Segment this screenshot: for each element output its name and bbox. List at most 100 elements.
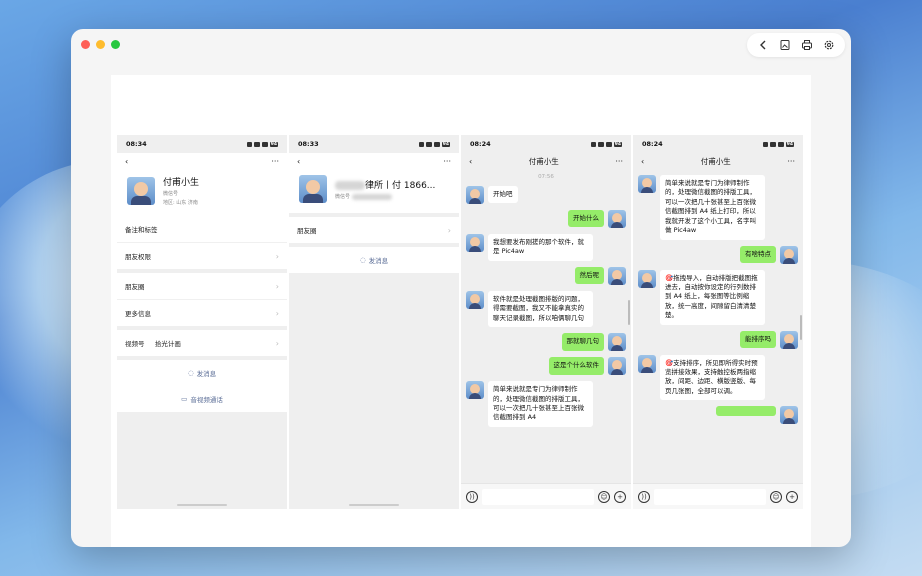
avatar[interactable] (466, 290, 484, 309)
send-message-button[interactable]: ◌ 发消息 (289, 247, 459, 273)
video-call-label: 音视频通话 (190, 396, 223, 404)
avatar[interactable] (780, 406, 798, 425)
avatar[interactable] (608, 333, 626, 352)
contact-name: 付甫小生 (163, 178, 200, 188)
more-icon[interactable]: ··· (787, 157, 795, 166)
scrollbar[interactable] (628, 300, 630, 325)
chevron-right-icon: › (275, 281, 279, 291)
send-message-button[interactable]: ◌ 发消息 (117, 360, 287, 386)
avatar[interactable] (608, 357, 626, 376)
chat-body: 简单来说就是专门为律师制作的，处理微信截图的排版工具，可以一次把几十张甚至上百张… (633, 169, 803, 483)
wechat-id-label: 微信号 (163, 191, 179, 197)
avatar[interactable] (466, 234, 484, 252)
row-moments[interactable]: 朋友圈 › (117, 273, 287, 299)
video-call-button[interactable]: ▭ 音视频通话 (117, 386, 287, 412)
image-icon[interactable] (777, 37, 793, 53)
message-bubble[interactable]: 能排序吗 (740, 330, 776, 349)
emoji-icon[interactable]: ☺ (770, 490, 782, 503)
avatar[interactable] (638, 269, 656, 288)
row-friend-permission[interactable]: 朋友权限 › (117, 243, 287, 269)
chat-timestamp: 07:56 (538, 174, 554, 180)
row-moments[interactable]: 朋友圈 › (289, 217, 459, 243)
region-label: 地区: 山东 济南 (163, 200, 198, 206)
close-window-button[interactable] (81, 40, 90, 49)
avatar[interactable] (608, 210, 626, 228)
message-bubble[interactable]: 有啥特点 (740, 245, 776, 263)
message-bubble[interactable]: 软件就是处理截图排版的问题，得需要截图，我又不能拿真实的聊天记录截图，所以咱俩聊… (488, 290, 593, 328)
screenshot-profile-2: 08:33 94 ‹ ··· 律所丨付 1866... 微信号 朋友圈 › ◌ 发消… (289, 135, 459, 509)
more-icon[interactable]: ··· (271, 157, 279, 166)
navbar: ‹ ··· (289, 153, 459, 169)
message-bubble[interactable]: 开始吧 (488, 186, 518, 204)
settings-icon[interactable] (821, 37, 837, 53)
message-bubble[interactable]: 简单来说就是专门为律师制作的，处理微信截图的排版工具，可以一次把几十张甚至上百张… (488, 381, 593, 427)
chat-message: 软件就是处理截图排版的问题，得需要截图，我又不能拿真实的聊天记录截图，所以咱俩聊… (466, 290, 626, 328)
chat-message: 然后呢 (466, 266, 626, 285)
contact-name-visible: 律所丨付 (365, 181, 402, 191)
message-bubble[interactable]: 简单来说就是专门为律师制作的，处理微信截图的排版工具，可以一次把几十张甚至上百张… (660, 175, 765, 240)
status-time: 08:24 (470, 140, 491, 148)
message-bubble[interactable] (716, 406, 776, 417)
voice-icon[interactable]: )) (638, 490, 650, 503)
profile-header: 付甫小生 微信号 地区: 山东 济南 (117, 169, 287, 216)
video-camera-icon: ▭ (181, 395, 188, 403)
status-bar: 08:24 94 (461, 135, 631, 153)
send-message-label: 发消息 (196, 370, 217, 378)
plus-icon[interactable]: + (786, 490, 798, 503)
back-icon[interactable]: ‹ (641, 157, 644, 166)
message-bubble[interactable]: 🎯支持排序，所见即所得实时预览拼接效果，支持触控板两指缩放，间距、边距、横版竖版… (660, 354, 765, 401)
app-window: 08:34 94 ‹ ··· 付甫小生 微信号 地区: 山东 济南 备注和标签 … (71, 29, 851, 547)
battery-level: 94 (785, 141, 794, 147)
plus-icon[interactable]: + (614, 490, 626, 503)
minimize-window-button[interactable] (96, 40, 105, 49)
row-channel[interactable]: 视频号 拾光计画 › (117, 330, 287, 356)
wechat-id-label: 微信号 (335, 193, 435, 200)
chevron-right-icon: › (447, 225, 451, 235)
back-icon[interactable]: ‹ (469, 157, 472, 166)
battery-level: 94 (441, 141, 450, 147)
voice-icon[interactable]: )) (466, 490, 478, 503)
back-icon[interactable]: ‹ (125, 157, 128, 166)
chat-message: 这是个什么软件 (466, 357, 626, 376)
battery-level: 94 (269, 141, 278, 147)
emoji-icon[interactable]: ☺ (598, 490, 610, 503)
screenshot-chat-2: 08:24 94 ‹ 付甫小生 ··· 简单来说就是专门为律师制作的，处理微信截… (633, 135, 803, 509)
scrollbar[interactable] (800, 315, 802, 340)
chevron-right-icon: › (275, 308, 279, 318)
print-icon[interactable] (799, 37, 815, 53)
message-bubble[interactable]: 🎯拖拽导入，自动排版把截图拖进去，自动按你设定的行列数排到 A4 纸上，每张图等… (660, 269, 765, 325)
message-bubble[interactable]: 然后呢 (574, 266, 604, 285)
back-icon[interactable]: ‹ (297, 157, 300, 166)
message-bubble[interactable]: 这是个什么软件 (548, 357, 604, 375)
avatar[interactable] (780, 330, 798, 349)
message-input[interactable] (654, 488, 766, 505)
wechat-id-text: 微信号 (335, 194, 351, 200)
more-icon[interactable]: ··· (615, 157, 623, 166)
chevron-right-icon: › (275, 338, 279, 348)
avatar[interactable] (466, 381, 484, 400)
avatar[interactable] (780, 245, 798, 264)
navbar: ‹ ··· (117, 153, 287, 169)
chevron-right-icon: › (275, 251, 279, 261)
row-more-info[interactable]: 更多信息 › (117, 300, 287, 326)
message-bubble[interactable]: 开始什么 (568, 210, 604, 228)
chat-bubble-icon: ◌ (359, 256, 366, 264)
screenshot-chat-1: 08:24 94 ‹ 付甫小生 ··· 07:56 开始吧 开始什么 我想要发布刚搓… (461, 135, 631, 509)
avatar[interactable] (466, 186, 484, 204)
back-icon[interactable] (755, 37, 771, 53)
row-remark-tags[interactable]: 备注和标签 (117, 216, 287, 242)
avatar[interactable] (608, 266, 626, 285)
traffic-lights (81, 40, 120, 49)
status-bar: 08:34 94 (117, 135, 287, 153)
message-bubble[interactable]: 那就聊几句 (561, 333, 604, 351)
zoom-window-button[interactable] (111, 40, 120, 49)
status-time: 08:34 (126, 140, 147, 148)
chat-input-bar: )) ☺ + (633, 483, 803, 509)
avatar[interactable] (638, 354, 656, 373)
row-label: 朋友权限 (125, 253, 151, 261)
message-input[interactable] (482, 488, 594, 505)
row-label: 更多信息 (125, 310, 151, 318)
more-icon[interactable]: ··· (443, 157, 451, 166)
message-bubble[interactable]: 我想要发布刚搓的那个软件，就是 Pic4aw (488, 234, 593, 261)
avatar[interactable] (638, 175, 656, 193)
